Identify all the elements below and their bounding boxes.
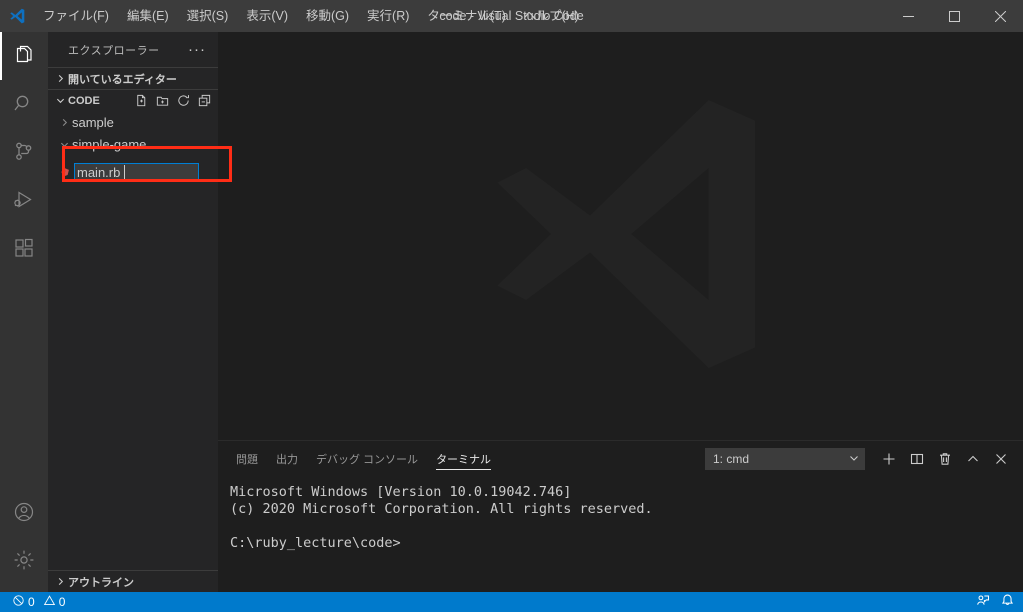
tab-problems[interactable]: 問題 (236, 441, 258, 476)
section-outline[interactable]: アウトライン (48, 570, 218, 592)
status-problems[interactable]: 0 0 (8, 592, 69, 612)
activity-run-debug[interactable] (0, 176, 48, 224)
panel-actions: 1: cmd (705, 441, 1015, 476)
tree-item-label: simple-game (72, 136, 147, 152)
title-bar: ファイル(F) 編集(E) 選択(S) 表示(V) 移動(G) 実行(R) ター… (0, 0, 1023, 32)
vscode-logo-icon (0, 0, 34, 32)
status-bar-right (975, 593, 1023, 611)
text-caret (124, 165, 125, 179)
terminal-selector-dropdown[interactable]: 1: cmd (705, 447, 865, 470)
new-terminal-button[interactable] (875, 445, 903, 473)
warning-count: 0 (58, 595, 66, 609)
new-folder-icon[interactable] (154, 93, 170, 109)
open-editors-label: 開いているエディター (68, 73, 177, 86)
chevron-down-icon (849, 453, 859, 465)
window-controls (885, 0, 1023, 32)
menu-bar: ファイル(F) 編集(E) 選択(S) 表示(V) 移動(G) 実行(R) ター… (34, 0, 588, 32)
menu-help[interactable]: ヘルプ(H) (515, 5, 588, 27)
sidebar-title-bar: エクスプローラー ··· (48, 32, 218, 67)
tab-terminal[interactable]: ターミナル (436, 441, 492, 476)
warning-icon (43, 594, 56, 610)
menu-view[interactable]: 表示(V) (237, 5, 297, 27)
folder-name-label: CODE (68, 94, 100, 107)
tree-item-label: sample (72, 114, 114, 130)
activity-account[interactable] (0, 488, 48, 536)
activity-settings[interactable] (0, 536, 48, 584)
section-open-editors[interactable]: 開いているエディター (48, 67, 218, 89)
refresh-icon[interactable] (175, 93, 191, 109)
split-terminal-button[interactable] (903, 445, 931, 473)
explorer-more-actions-button[interactable]: ··· (184, 41, 210, 58)
vscode-watermark-logo (456, 69, 786, 404)
new-file-input-row (48, 161, 218, 183)
menu-go[interactable]: 移動(G) (297, 5, 358, 27)
terminal-output[interactable]: Microsoft Windows [Version 10.0.19042.74… (218, 476, 1023, 552)
menu-file[interactable]: ファイル(F) (34, 5, 118, 27)
menu-terminal[interactable]: ターミナル(T) (418, 5, 514, 27)
sidebar-title: エクスプローラー (68, 44, 160, 57)
chevron-right-icon (52, 577, 68, 586)
vscode-window: ファイル(F) 編集(E) 選択(S) 表示(V) 移動(G) 実行(R) ター… (0, 0, 1023, 612)
explorer-sidebar: エクスプローラー ··· 開いているエディター CODE sample simp… (48, 32, 218, 592)
section-folder-code[interactable]: CODE (48, 89, 218, 111)
menu-run[interactable]: 実行(R) (358, 5, 418, 27)
activity-search[interactable] (0, 80, 48, 128)
terminal-selector-value: 1: cmd (713, 451, 750, 466)
chevron-right-icon (56, 118, 72, 127)
menu-selection[interactable]: 選択(S) (178, 5, 238, 27)
new-file-name-input[interactable] (74, 162, 199, 182)
menu-edit[interactable]: 編集(E) (118, 5, 178, 27)
panel-tab-bar: 問題 出力 デバッグ コンソール ターミナル 1: cmd (218, 441, 1023, 476)
error-icon (12, 594, 25, 610)
minimize-icon[interactable] (885, 0, 931, 32)
error-count: 0 (28, 595, 35, 609)
ruby-gem-icon (56, 166, 74, 179)
status-bar-left: 0 0 (0, 592, 69, 612)
tree-item-simple-game[interactable]: simple-game (48, 133, 218, 155)
maximize-icon[interactable] (931, 0, 977, 32)
bottom-panel: 問題 出力 デバッグ コンソール ターミナル 1: cmd Microsoft … (218, 440, 1023, 592)
status-bar: 0 0 (0, 592, 1023, 612)
feedback-person-icon[interactable] (975, 593, 990, 611)
editor-empty-area (218, 32, 1023, 440)
activity-extensions[interactable] (0, 224, 48, 272)
explorer-folder-actions (133, 93, 218, 109)
activity-explorer[interactable] (0, 32, 48, 80)
collapse-all-icon[interactable] (196, 93, 212, 109)
tab-output[interactable]: 出力 (276, 441, 298, 476)
tab-debug-console[interactable]: デバッグ コンソール (316, 441, 418, 476)
tree-item-sample[interactable]: sample (48, 111, 218, 133)
maximize-panel-button[interactable] (959, 445, 987, 473)
chevron-down-icon (56, 140, 72, 149)
outline-label: アウトライン (68, 576, 134, 589)
chevron-down-icon (52, 96, 68, 105)
close-icon[interactable] (977, 0, 1023, 32)
activity-bar (0, 32, 48, 592)
close-panel-button[interactable] (987, 445, 1015, 473)
chevron-right-icon (52, 74, 68, 83)
activity-source-control[interactable] (0, 128, 48, 176)
kill-terminal-button[interactable] (931, 445, 959, 473)
bell-icon[interactable] (1000, 593, 1015, 611)
new-file-icon[interactable] (133, 93, 149, 109)
